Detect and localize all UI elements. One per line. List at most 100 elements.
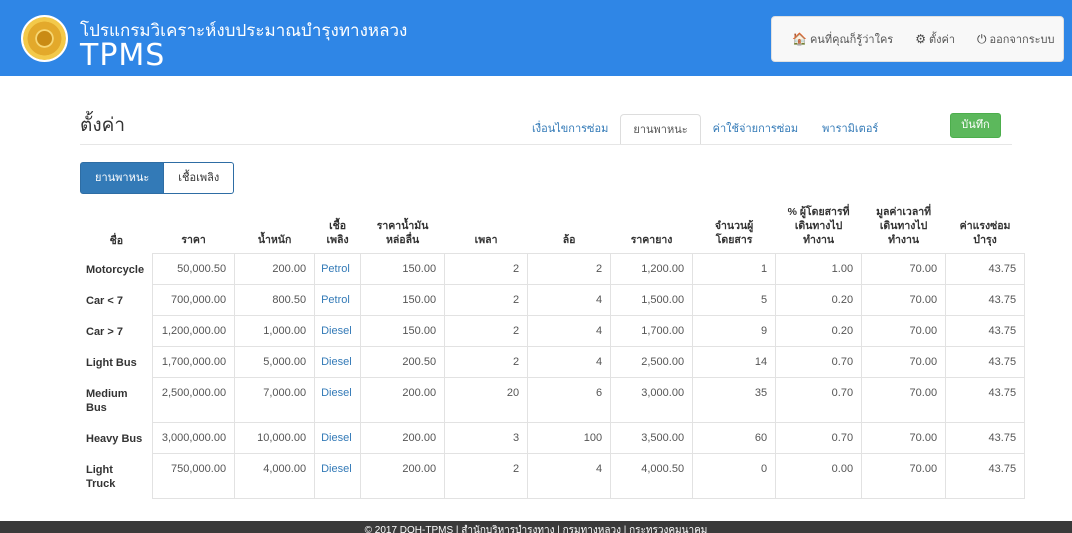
cell-weight[interactable]: 7,000.00: [234, 377, 316, 423]
cell-weight[interactable]: 200.00: [234, 253, 316, 285]
cell-tire-price[interactable]: 1,200.00: [610, 253, 694, 285]
tab-repair-costs[interactable]: ค่าใช้จ่ายการซ่อม: [701, 114, 811, 145]
cell-price[interactable]: 700,000.00: [152, 284, 236, 316]
user-profile-link[interactable]: 🏠 คนที่คุณก็รู้ว่าใคร: [792, 30, 893, 48]
cell-fuel[interactable]: Diesel: [314, 422, 362, 454]
cell-fuel[interactable]: Diesel: [314, 453, 362, 499]
cell-maintenance-labor[interactable]: 43.75: [945, 315, 1026, 347]
cell-wheels[interactable]: 100: [527, 422, 612, 454]
cell-work-trip-pct[interactable]: 0.70: [775, 422, 863, 454]
cell-passengers[interactable]: 14: [692, 346, 777, 378]
cell-axles[interactable]: 2: [444, 253, 529, 285]
cell-tire-price[interactable]: 4,000.50: [610, 453, 694, 499]
cell-maintenance-labor[interactable]: 43.75: [945, 453, 1026, 499]
save-button[interactable]: บันทึก: [950, 113, 1001, 138]
cell-work-time-value[interactable]: 70.00: [861, 284, 947, 316]
cell-price[interactable]: 1,200,000.00: [152, 315, 236, 347]
cell-tire-price[interactable]: 1,500.00: [610, 284, 694, 316]
top-navbar: โปรแกรมวิเคราะห์งบประมาณบำรุงทางหลวง TPM…: [0, 0, 1072, 76]
cell-weight[interactable]: 10,000.00: [234, 422, 316, 454]
cell-passengers[interactable]: 60: [692, 422, 777, 454]
cell-work-time-value[interactable]: 70.00: [861, 453, 947, 499]
cell-axles[interactable]: 2: [444, 346, 529, 378]
cell-wheels[interactable]: 4: [527, 453, 612, 499]
cell-wheels[interactable]: 4: [527, 315, 612, 347]
vehicles-table-body: Motorcycle 50,000.50 200.00 Petrol 150.00 2 2 1…: [80, 253, 1026, 499]
cell-lube-price[interactable]: 200.00: [360, 377, 446, 423]
cell-weight[interactable]: 5,000.00: [234, 346, 316, 378]
table-row: Car > 7 1,200,000.00 1,000.00 Diesel 150.00 2…: [80, 315, 1026, 347]
cell-axles[interactable]: 2: [444, 453, 529, 499]
logout-label: ออกจากระบบ: [989, 34, 1055, 46]
cell-lube-price[interactable]: 200.00: [360, 453, 446, 499]
cell-price[interactable]: 50,000.50: [152, 253, 236, 285]
cell-work-trip-pct[interactable]: 1.00: [775, 253, 863, 285]
tab-vehicles[interactable]: ยานพาหนะ: [620, 114, 701, 145]
cell-weight[interactable]: 800.50: [234, 284, 316, 316]
cell-lube-price[interactable]: 150.00: [360, 253, 446, 285]
cell-maintenance-labor[interactable]: 43.75: [945, 253, 1026, 285]
cell-work-time-value[interactable]: 70.00: [861, 315, 947, 347]
cell-price[interactable]: 3,000,000.00: [152, 422, 236, 454]
cell-price[interactable]: 1,700,000.00: [152, 346, 236, 378]
cell-work-time-value[interactable]: 70.00: [861, 346, 947, 378]
cell-wheels[interactable]: 2: [527, 253, 612, 285]
cell-work-time-value[interactable]: 70.00: [861, 253, 947, 285]
header-axles: เพลา: [474, 234, 498, 246]
tab-parameters[interactable]: พารามิเตอร์: [810, 114, 890, 145]
cell-work-trip-pct[interactable]: 0.00: [775, 453, 863, 499]
cell-wheels[interactable]: 6: [527, 377, 612, 423]
cell-weight[interactable]: 1,000.00: [234, 315, 316, 347]
cell-wheels[interactable]: 4: [527, 284, 612, 316]
cell-axles[interactable]: 3: [444, 422, 529, 454]
cell-maintenance-labor[interactable]: 43.75: [945, 284, 1026, 316]
cell-work-trip-pct[interactable]: 0.70: [775, 346, 863, 378]
cell-work-trip-pct[interactable]: 0.20: [775, 284, 863, 316]
cell-axles[interactable]: 2: [444, 284, 529, 316]
cell-price[interactable]: 750,000.00: [152, 453, 236, 499]
logout-link[interactable]: ⏻ ออกจากระบบ: [977, 30, 1054, 48]
cell-fuel[interactable]: Diesel: [314, 377, 362, 423]
cell-passengers[interactable]: 35: [692, 377, 777, 423]
cell-fuel[interactable]: Petrol: [314, 284, 362, 316]
cell-fuel[interactable]: Diesel: [314, 346, 362, 378]
cell-tire-price[interactable]: 3,000.00: [610, 377, 694, 423]
cell-name: Car > 7: [86, 325, 123, 338]
tab-repair-conditions[interactable]: เงื่อนไขการซ่อม: [520, 114, 620, 145]
cell-wheels[interactable]: 4: [527, 346, 612, 378]
cell-name: Medium Bus: [86, 387, 128, 414]
cell-lube-price[interactable]: 150.00: [360, 315, 446, 347]
header-fuel: เชื้อ เพลิง: [326, 220, 349, 246]
cell-work-time-value[interactable]: 70.00: [861, 377, 947, 423]
cell-work-trip-pct[interactable]: 0.70: [775, 377, 863, 423]
pill-fuel[interactable]: เชื้อเพลิง: [164, 162, 235, 194]
cell-price[interactable]: 2,500,000.00: [152, 377, 236, 423]
cell-axles[interactable]: 2: [444, 315, 529, 347]
cell-fuel[interactable]: Diesel: [314, 315, 362, 347]
cell-tire-price[interactable]: 3,500.00: [610, 422, 694, 454]
cell-tire-price[interactable]: 2,500.00: [610, 346, 694, 378]
cell-maintenance-labor[interactable]: 43.75: [945, 422, 1026, 454]
cell-fuel[interactable]: Petrol: [314, 253, 362, 285]
cell-work-time-value[interactable]: 70.00: [861, 422, 947, 454]
pill-vehicles[interactable]: ยานพาหนะ: [80, 162, 165, 194]
cell-weight[interactable]: 4,000.00: [234, 453, 316, 499]
cell-maintenance-labor[interactable]: 43.75: [945, 377, 1026, 423]
cell-maintenance-labor[interactable]: 43.75: [945, 346, 1026, 378]
cell-passengers[interactable]: 1: [692, 253, 777, 285]
cell-tire-price[interactable]: 1,700.00: [610, 315, 694, 347]
cell-passengers[interactable]: 0: [692, 453, 777, 499]
header-work-trip-pct: % ผู้โดยสารที่ เดินทางไป ทำงาน: [787, 206, 850, 246]
power-icon: ⏻: [977, 31, 987, 46]
cell-passengers[interactable]: 5: [692, 284, 777, 316]
cell-axles[interactable]: 20: [444, 377, 529, 423]
table-row: Light Bus 1,700,000.00 5,000.00 Diesel 200.5…: [80, 346, 1026, 378]
cell-passengers[interactable]: 9: [692, 315, 777, 347]
cell-lube-price[interactable]: 150.00: [360, 284, 446, 316]
cell-work-trip-pct[interactable]: 0.20: [775, 315, 863, 347]
app-title[interactable]: TPMS: [80, 38, 165, 73]
cell-lube-price[interactable]: 200.00: [360, 422, 446, 454]
settings-link[interactable]: ⚙ ตั้งค่า: [915, 30, 955, 48]
header-price: ราคา: [181, 234, 206, 246]
cell-lube-price[interactable]: 200.50: [360, 346, 446, 378]
